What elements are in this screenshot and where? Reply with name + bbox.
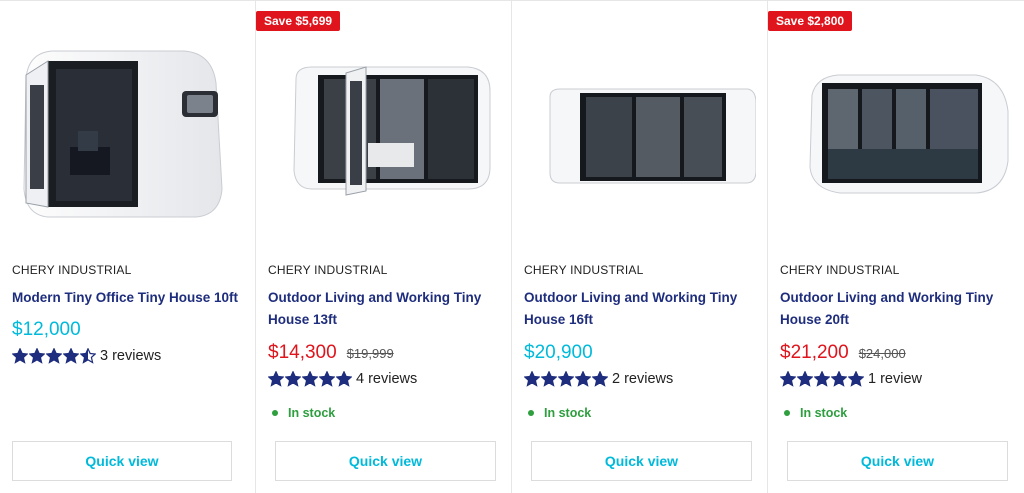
review-count: 1 review	[868, 371, 922, 387]
rating-row[interactable]: 4 reviews	[268, 371, 417, 387]
quick-view-button[interactable]: Quick view	[275, 441, 496, 481]
product-vendor: CHERY INDUSTRIAL	[524, 263, 644, 277]
star-full-icon	[831, 371, 847, 387]
star-full-icon	[541, 371, 557, 387]
office-pod-image[interactable]	[12, 39, 244, 229]
star-full-icon	[46, 348, 62, 364]
star-full-icon	[524, 371, 540, 387]
star-rating	[524, 371, 608, 387]
price-row: $14,300 $19,999	[268, 342, 394, 364]
star-full-icon	[848, 371, 864, 387]
compare-price: $19,999	[346, 346, 394, 361]
star-rating	[780, 371, 864, 387]
star-full-icon	[797, 371, 813, 387]
star-full-icon	[780, 371, 796, 387]
stock-label: In stock	[544, 406, 592, 420]
product-card[interactable]: Save $2,800 CHERY INDUSTRIAL Outdoor Liv…	[768, 1, 1024, 493]
stock-status: In stock	[784, 406, 847, 420]
product-price: $20,900	[524, 342, 593, 363]
product-grid: CHERY INDUSTRIAL Modern Tiny Office Tiny…	[0, 0, 1024, 493]
stock-status: In stock	[528, 406, 591, 420]
product-card[interactable]: Save $5,699 CHERY INDUSTRIAL Outdoor Liv…	[256, 1, 512, 493]
product-vendor: CHERY INDUSTRIAL	[780, 263, 900, 277]
stock-label: In stock	[800, 406, 848, 420]
product-card[interactable]: CHERY INDUSTRIAL Modern Tiny Office Tiny…	[0, 1, 256, 493]
star-full-icon	[12, 348, 28, 364]
star-full-icon	[302, 371, 318, 387]
product-title-link[interactable]: Outdoor Living and Working Tiny House 16…	[524, 287, 760, 331]
star-rating	[12, 348, 96, 364]
product-vendor: CHERY INDUSTRIAL	[268, 263, 388, 277]
panoramic-pod-image[interactable]	[780, 39, 1012, 229]
star-full-icon	[285, 371, 301, 387]
review-count: 3 reviews	[100, 348, 162, 364]
star-full-icon	[558, 371, 574, 387]
quick-view-button[interactable]: Quick view	[787, 441, 1008, 481]
star-full-icon	[268, 371, 284, 387]
product-card[interactable]: CHERY INDUSTRIAL Outdoor Living and Work…	[512, 1, 768, 493]
product-title-link[interactable]: Modern Tiny Office Tiny House 10ft	[12, 287, 248, 309]
stock-label: In stock	[288, 406, 336, 420]
star-full-icon	[814, 371, 830, 387]
rating-row[interactable]: 3 reviews	[12, 348, 161, 364]
star-half-icon	[80, 348, 96, 364]
price-row: $12,000	[12, 319, 81, 341]
star-rating	[268, 371, 352, 387]
rating-row[interactable]: 2 reviews	[524, 371, 673, 387]
quick-view-button[interactable]: Quick view	[12, 441, 232, 481]
star-full-icon	[63, 348, 79, 364]
review-count: 2 reviews	[612, 371, 674, 387]
quick-view-button[interactable]: Quick view	[531, 441, 752, 481]
product-price: $14,300	[268, 342, 337, 363]
price-row: $21,200 $24,000	[780, 342, 906, 364]
product-title-link[interactable]: Outdoor Living and Working Tiny House 13…	[268, 287, 504, 331]
price-row: $20,900	[524, 342, 593, 364]
product-vendor: CHERY INDUSTRIAL	[12, 263, 132, 277]
save-badge: Save $5,699	[256, 11, 341, 31]
star-full-icon	[29, 348, 45, 364]
save-badge: Save $2,800	[768, 11, 853, 31]
stock-status: In stock	[272, 406, 335, 420]
window-pod-image[interactable]	[524, 39, 757, 229]
compare-price: $24,000	[858, 346, 906, 361]
product-price: $12,000	[12, 319, 81, 340]
in-stock-dot-icon	[528, 410, 534, 416]
in-stock-dot-icon	[784, 410, 790, 416]
in-stock-dot-icon	[272, 410, 278, 416]
star-full-icon	[336, 371, 352, 387]
star-full-icon	[575, 371, 591, 387]
product-title-link[interactable]: Outdoor Living and Working Tiny House 20…	[780, 287, 1016, 331]
product-price: $21,200	[780, 342, 849, 363]
star-full-icon	[592, 371, 608, 387]
bedroom-pod-image[interactable]	[268, 39, 500, 229]
rating-row[interactable]: 1 review	[780, 371, 922, 387]
star-full-icon	[319, 371, 335, 387]
review-count: 4 reviews	[356, 371, 418, 387]
